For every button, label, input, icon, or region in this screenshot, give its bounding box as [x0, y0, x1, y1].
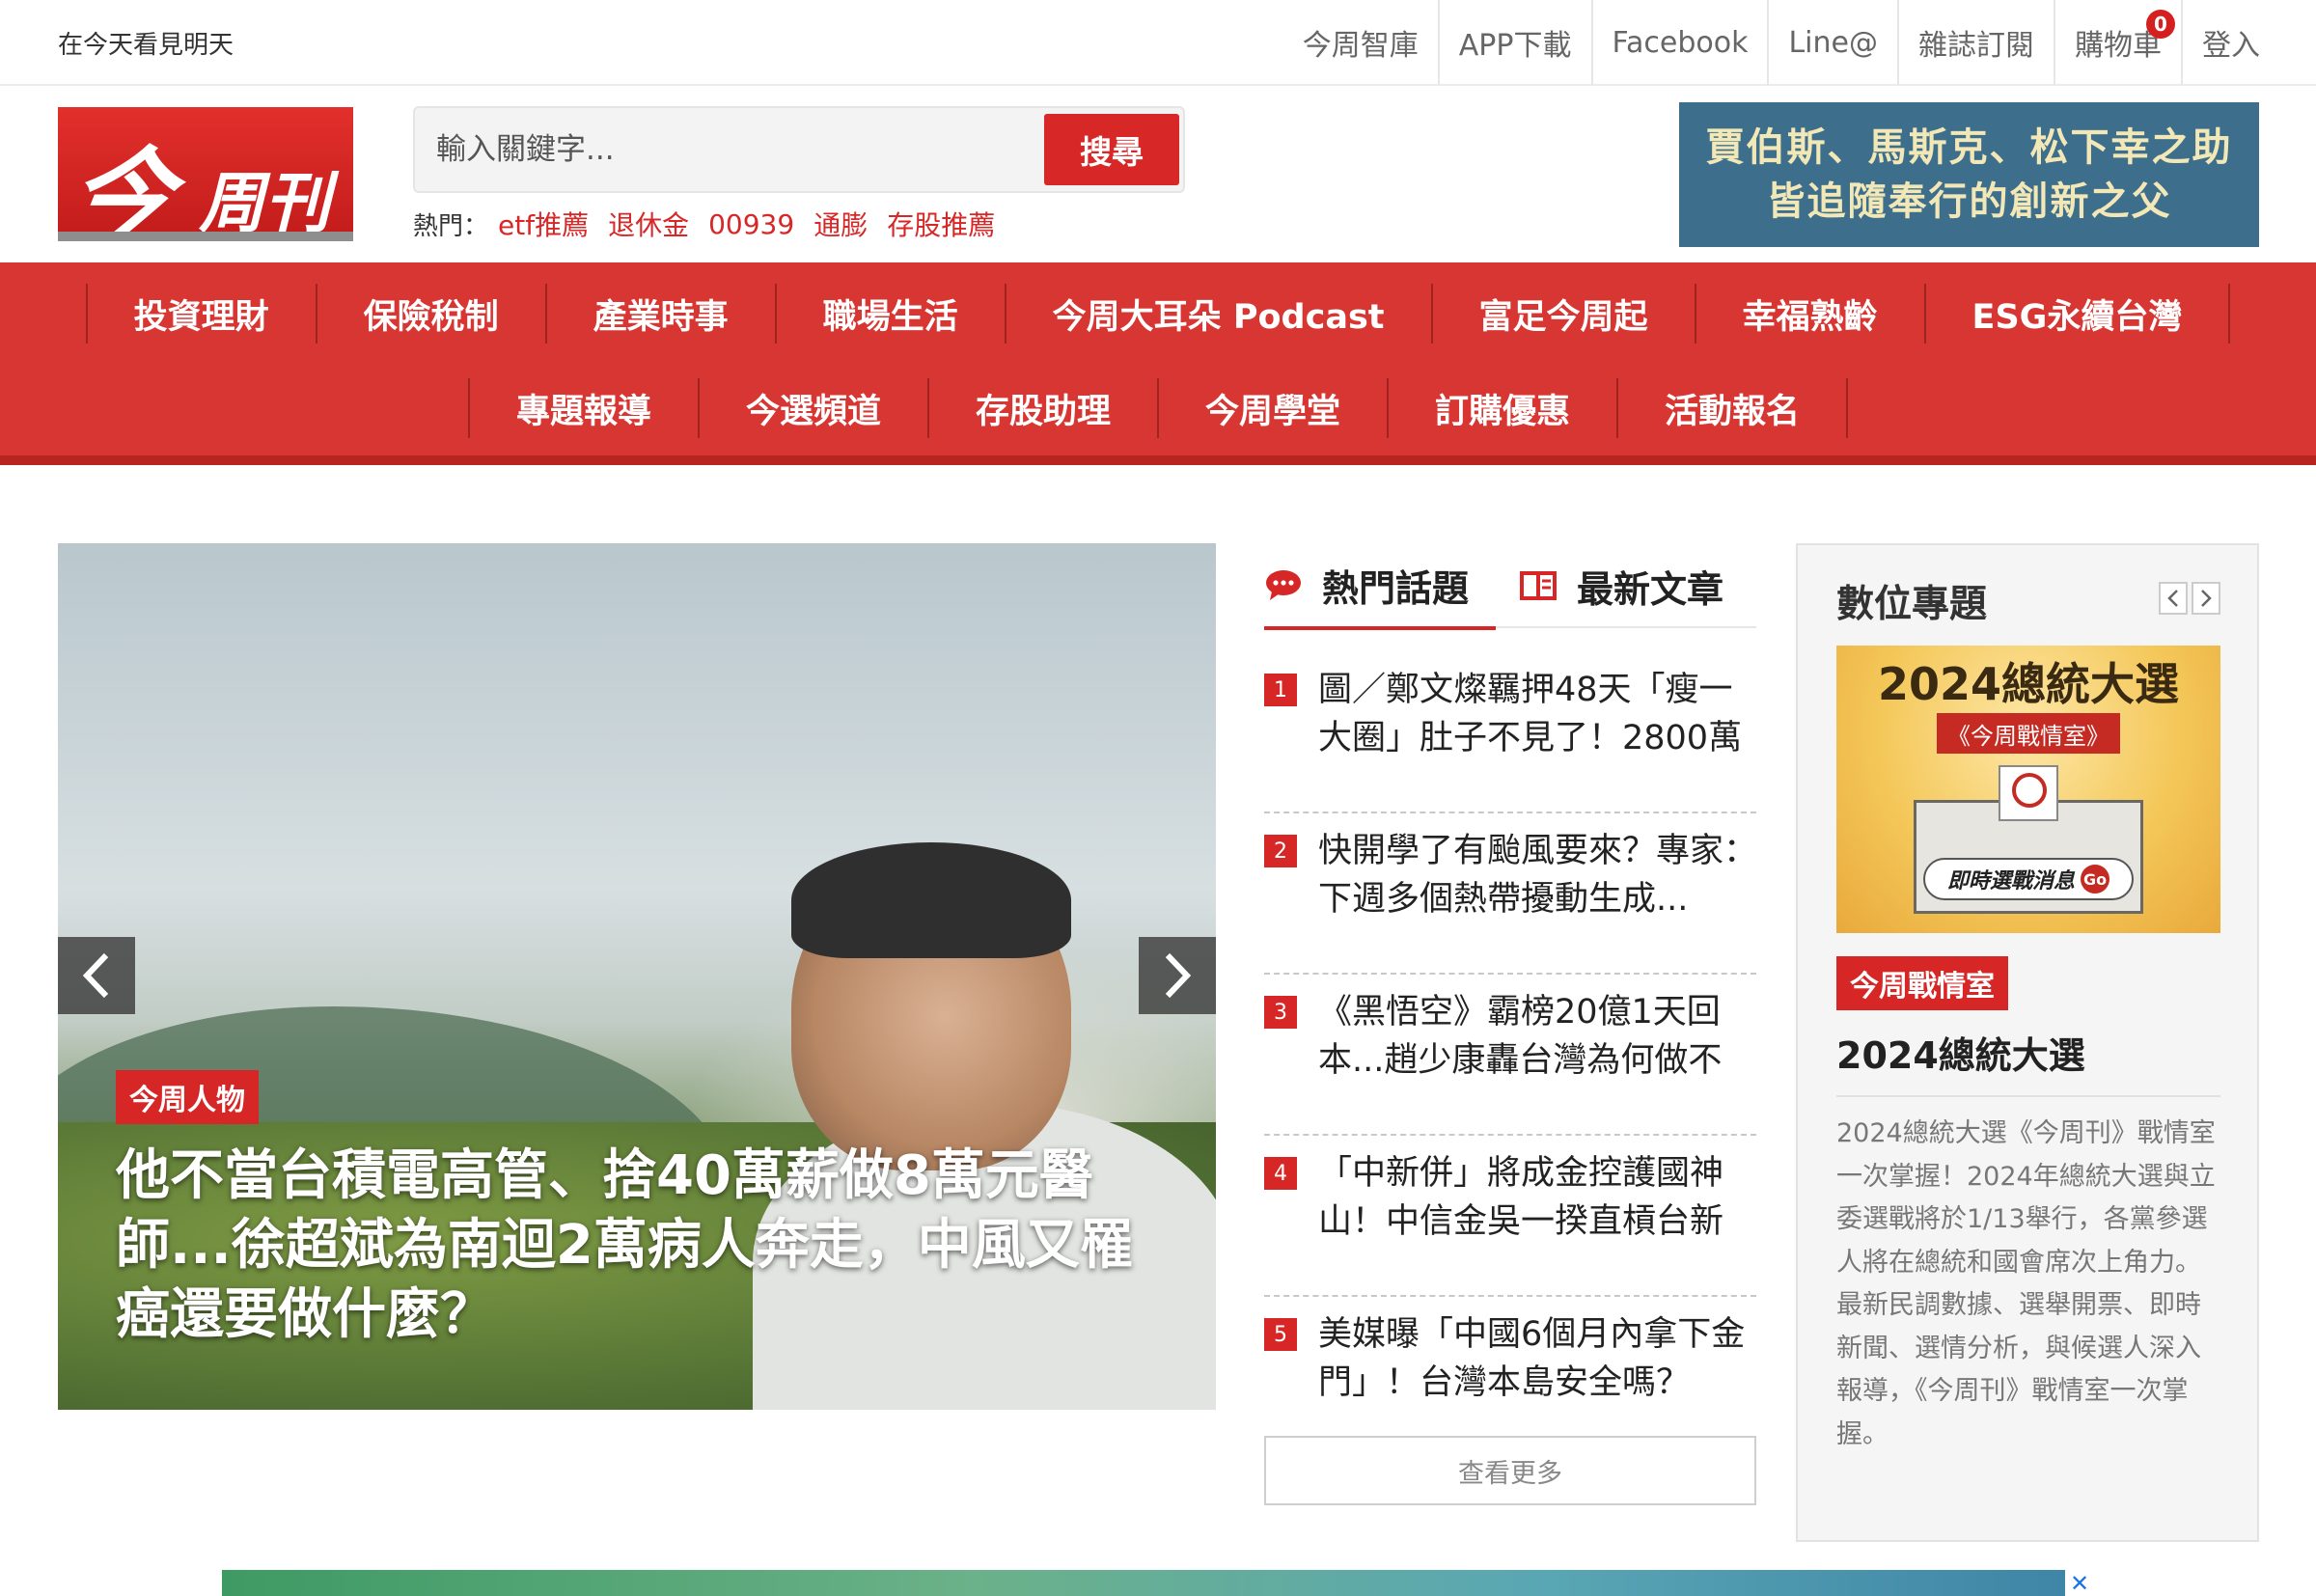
promo-image-go-label: 即時選戰消息 [1946, 869, 2075, 894]
hot-tag-inflation[interactable]: 通膨 [813, 205, 868, 243]
view-more-button[interactable]: 查看更多 [1264, 1436, 1756, 1505]
hot-topics-list: 1 圖／鄭文燦羈押48天「瘦一大圈」肚子不見了！2800萬 2 快開學了有颱風要… [1264, 652, 1757, 1458]
hot-tag-etf[interactable]: etf推薦 [498, 205, 589, 243]
top-link-facebook[interactable]: Facebook [1590, 0, 1768, 85]
digital-description: 2024總統大選《今周刊》戰情室一次掌握！2024年總統大選與立委選戰將於1/1… [1836, 1118, 2216, 1449]
chat-bubble-icon [1264, 568, 1303, 601]
search-button[interactable]: 搜尋 [1044, 114, 1179, 185]
nav-item-esg[interactable]: ESG永續台灣 [1923, 284, 2231, 344]
nav-item-insurance-tax[interactable]: 保險稅制 [315, 284, 545, 344]
nav-item-senior[interactable]: 幸福熟齡 [1694, 284, 1924, 344]
bottom-banner-ad[interactable]: ✕ [222, 1570, 2094, 1596]
list-item[interactable]: 5 美媒曝「中國6個月內拿下金門」！台灣本島安全嗎？ [1264, 1297, 1756, 1458]
book-icon [1519, 569, 1558, 602]
rank-badge: 3 [1264, 996, 1297, 1029]
list-item-title[interactable]: 美媒曝「中國6個月內拿下金門」！台灣本島安全嗎？ [1318, 1310, 1762, 1407]
digital-category-tag[interactable]: 今周戰情室 [1836, 956, 2008, 1010]
nav-item-industry[interactable]: 產業時事 [544, 284, 775, 344]
hot-keywords-label: 熱門： [413, 211, 489, 241]
list-item[interactable]: 1 圖／鄭文燦羈押48天「瘦一大圈」肚子不見了！2800萬 [1264, 652, 1756, 813]
logo-char-big: 今 [62, 135, 181, 241]
top-utility-bar: 在今天看見明天 今周智庫 APP下載 Facebook Line@ 雜誌訂閱 購… [0, 0, 2316, 86]
pager-next-button[interactable] [2192, 582, 2220, 615]
hero-image-person-hair [791, 842, 1071, 958]
tab-latest-articles-label: 最新文章 [1577, 567, 1724, 611]
banner-ad-line1: 賈伯斯、馬斯克、松下幸之助 [1705, 125, 2233, 170]
slider-prev-button[interactable] [58, 937, 135, 1014]
digital-special-title: 數位專題 [1836, 583, 1988, 626]
election-promo-image[interactable]: 2024總統大選 《今周戰情室》 即時選戰消息 Go [1836, 646, 2220, 933]
hot-tag-retirement[interactable]: 退休金 [608, 205, 689, 243]
main-nav: 投資理財 保險稅制 產業時事 職場生活 今周大耳朵 Podcast 富足今周起 … [0, 262, 2316, 465]
nav-item-events[interactable]: 活動報名 [1616, 378, 1849, 438]
rank-badge: 1 [1264, 674, 1297, 706]
top-link-login[interactable]: 登入 [2181, 0, 2279, 85]
list-item[interactable]: 2 快開學了有颱風要來？專家：下週多個熱帶擾動生成... [1264, 813, 1757, 975]
chevron-right-icon [1165, 952, 1192, 999]
nav-item-podcast[interactable]: 今周大耳朵 Podcast [1004, 284, 1431, 344]
main-nav-row-1: 投資理財 保險稅制 產業時事 職場生活 今周大耳朵 Podcast 富足今周起 … [0, 284, 2316, 344]
list-item-title[interactable]: 《黑悟空》霸榜20億1天回本...趙少康轟台灣為何做不 [1318, 988, 1762, 1085]
nav-item-wealth[interactable]: 富足今周起 [1430, 284, 1695, 344]
chevron-left-icon [82, 952, 109, 999]
slider-next-button[interactable] [1139, 937, 1216, 1014]
top-link-subscribe[interactable]: 雜誌訂閱 [1897, 0, 2054, 85]
search-box: 搜尋 [413, 106, 1185, 193]
tab-hot-topics-label: 熱門話題 [1322, 566, 1470, 610]
site-slogan: 在今天看見明天 [58, 31, 234, 60]
divider [1836, 1095, 2220, 1097]
digital-special-panel: 數位專題 2024總統大選 《今周戰情室》 即時選戰消息 Go 今周戰情室 20… [1796, 543, 2259, 1542]
top-link-line[interactable]: Line@ [1767, 0, 1897, 85]
list-item-title[interactable]: 快開學了有颱風要來？專家：下週多個熱帶擾動生成... [1318, 827, 1762, 923]
top-links: 今周智庫 APP下載 Facebook Line@ 雜誌訂閱 購物車 0 登入 [1283, 0, 2279, 85]
site-logo[interactable]: 今 周刊 [58, 107, 353, 241]
chevron-left-icon [2167, 590, 2178, 607]
search-input[interactable] [417, 110, 1044, 189]
promo-image-ribbon: 《今周戰情室》 [1937, 713, 2120, 754]
article-tabs: 熱門話題 最新文章 [1264, 543, 1756, 630]
top-link-app-download[interactable]: APP下載 [1437, 0, 1591, 85]
cart-count-badge: 0 [2146, 10, 2175, 39]
chevron-right-icon [2201, 590, 2212, 607]
hero-headline[interactable]: 他不當台積電高管、捨40萬薪做8萬元醫師...徐超斌為南迴2萬病人奔走，中風又罹… [116, 1142, 1177, 1350]
nav-item-stock-assistant[interactable]: 存股助理 [926, 378, 1157, 438]
digital-headline[interactable]: 2024總統大選 [1836, 1026, 2085, 1079]
rank-badge: 2 [1264, 835, 1297, 867]
promo-image-headline: 2024總統大選 [1877, 658, 2180, 710]
pager-prev-button[interactable] [2159, 582, 2188, 615]
nav-item-academy[interactable]: 今周學堂 [1157, 378, 1387, 438]
top-link-think-tank[interactable]: 今周智庫 [1283, 0, 1438, 85]
nav-item-channel[interactable]: 今選頻道 [697, 378, 927, 438]
promo-image-go-button: 即時選戰消息 Go [1923, 858, 2134, 900]
nav-item-offers[interactable]: 訂購優惠 [1387, 378, 1616, 438]
go-badge: Go [2081, 865, 2109, 894]
nav-item-career[interactable]: 職場生活 [774, 284, 1005, 344]
nav-item-features[interactable]: 專題報導 [467, 378, 698, 438]
header-banner-ad[interactable]: 賈伯斯、馬斯克、松下幸之助 皆追隨奉行的創新之父 [1679, 102, 2259, 247]
vote-stamp-icon [2012, 773, 2047, 808]
rank-badge: 4 [1264, 1157, 1297, 1190]
list-item-title[interactable]: 圖／鄭文燦羈押48天「瘦一大圈」肚子不見了！2800萬 [1318, 666, 1762, 762]
logo-char-small: 周刊 [199, 165, 331, 241]
hot-tag-stock[interactable]: 存股推薦 [887, 205, 995, 243]
digital-pager [2155, 582, 2220, 615]
tab-hot-topics[interactable]: 熱門話題 [1264, 543, 1496, 630]
nav-item-investment[interactable]: 投資理財 [85, 284, 316, 344]
hot-tag-00939[interactable]: 00939 [708, 208, 794, 240]
main-nav-row-2: 專題報導 今選頻道 存股助理 今周學堂 訂購優惠 活動報名 [0, 378, 2316, 438]
hero-slider[interactable]: 今周人物 他不當台積電高管、捨40萬薪做8萬元醫師...徐超斌為南迴2萬病人奔走… [58, 543, 1216, 1410]
banner-ad-line2: 皆追隨奉行的創新之父 [1766, 179, 2172, 224]
top-link-cart[interactable]: 購物車 0 [2054, 0, 2181, 85]
rank-badge: 5 [1264, 1318, 1297, 1351]
list-item[interactable]: 4 「中新併」將成金控護國神山！中信金吳一揆直槓台新 [1264, 1136, 1756, 1297]
tab-latest-articles[interactable]: 最新文章 [1507, 543, 1723, 628]
list-item[interactable]: 3 《黑悟空》霸榜20億1天回本...趙少康轟台灣為何做不 [1264, 975, 1756, 1136]
close-icon[interactable]: ✕ [2065, 1570, 2094, 1596]
list-item-title[interactable]: 「中新併」將成金控護國神山！中信金吳一揆直槓台新 [1318, 1149, 1762, 1246]
hot-keywords: 熱門： etf推薦 退休金 00939 通膨 存股推薦 [413, 205, 1014, 243]
hero-category-tag[interactable]: 今周人物 [116, 1070, 259, 1124]
